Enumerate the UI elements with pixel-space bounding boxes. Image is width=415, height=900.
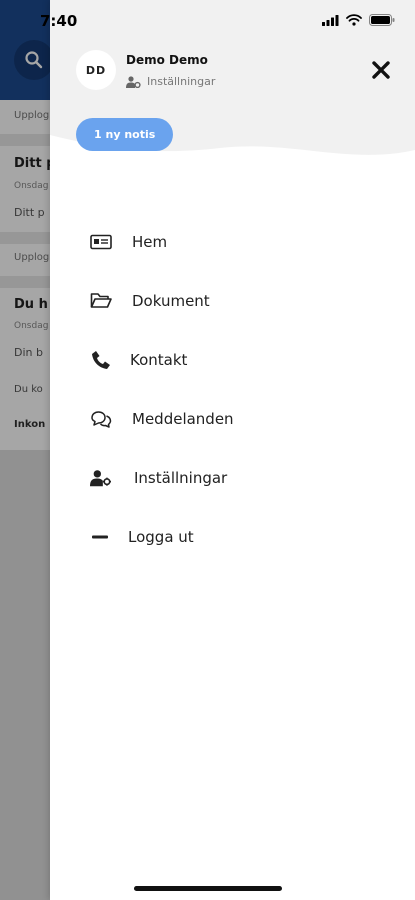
menu-item-meddelanden[interactable]: Meddelanden — [90, 389, 390, 448]
menu-item-label: Dokument — [132, 291, 210, 310]
menu-item-dokument[interactable]: Dokument — [90, 271, 390, 330]
settings-link-label: Inställningar — [147, 75, 216, 88]
status-icons — [322, 14, 395, 26]
close-icon — [372, 61, 390, 79]
menu-item-logga-ut[interactable]: Logga ut — [90, 507, 390, 566]
menu-item-label: Inställningar — [134, 468, 228, 487]
close-button[interactable] — [369, 58, 393, 82]
menu-item-label: Hem — [132, 232, 168, 251]
signal-icon — [322, 14, 339, 26]
minus-icon — [90, 526, 112, 548]
avatar: DD — [76, 50, 116, 90]
settings-link[interactable]: Inställningar — [126, 75, 215, 88]
drawer-menu: Hem Dokument Kontakt Meddelanden Inställ… — [90, 212, 390, 566]
home-indicator — [134, 886, 282, 891]
menu-item-installningar[interactable]: Inställningar — [90, 448, 390, 507]
wifi-icon — [346, 14, 362, 26]
menu-item-hem[interactable]: Hem — [90, 212, 390, 271]
chat-bubbles-icon — [90, 408, 112, 430]
id-card-icon — [90, 231, 112, 253]
menu-item-kontakt[interactable]: Kontakt — [90, 330, 390, 389]
menu-item-label: Kontakt — [130, 350, 188, 369]
folder-open-icon — [90, 290, 112, 312]
menu-item-label: Logga ut — [128, 527, 194, 546]
notification-pill[interactable]: 1 ny notis — [76, 118, 174, 151]
status-time: 7:40 — [40, 12, 78, 30]
user-gear-icon — [126, 75, 141, 88]
phone-icon — [90, 349, 112, 371]
navigation-drawer: DD Demo Demo Inställningar 1 ny notis He… — [50, 0, 415, 900]
user-gear-icon — [90, 467, 112, 489]
user-name: Demo Demo — [126, 53, 208, 67]
battery-icon — [369, 14, 395, 26]
menu-item-label: Meddelanden — [132, 409, 234, 428]
